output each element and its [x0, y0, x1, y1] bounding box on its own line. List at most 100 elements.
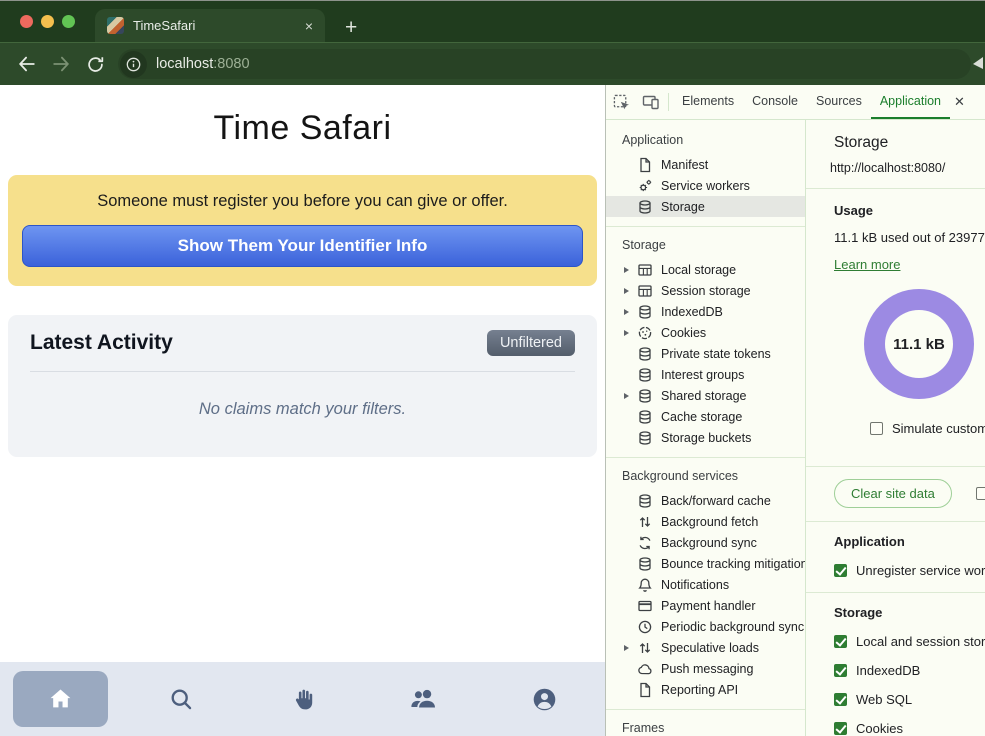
- latest-activity-heading: Latest Activity: [30, 331, 173, 355]
- sidebar-item-storage[interactable]: Storage: [606, 196, 805, 217]
- sidebar-item-private-state-tokens[interactable]: Private state tokens: [606, 343, 805, 364]
- profile-icon: [531, 686, 558, 713]
- sidebar-item-interest-groups[interactable]: Interest groups: [606, 364, 805, 385]
- back-button[interactable]: [10, 54, 44, 74]
- webpage: Time Safari Someone must register you be…: [0, 85, 605, 736]
- sidebar-item-background-fetch[interactable]: Background fetch: [606, 511, 805, 532]
- inspect-element-button[interactable]: [606, 85, 636, 119]
- tab-elements[interactable]: Elements: [673, 85, 743, 119]
- devtools-close-icon[interactable]: ✕: [954, 85, 974, 119]
- info-icon: [126, 57, 141, 72]
- unfiltered-button[interactable]: Unfiltered: [487, 330, 575, 356]
- table-icon: [637, 283, 653, 299]
- database-icon: [637, 409, 653, 425]
- close-window-button[interactable]: [20, 15, 33, 28]
- nav-offers[interactable]: [242, 662, 363, 736]
- sidebar-item-payment-handler[interactable]: Payment handler: [606, 595, 805, 616]
- sidebar-item-indexeddb[interactable]: IndexedDB: [606, 301, 805, 322]
- sidebar-item-cache-storage[interactable]: Cache storage: [606, 406, 805, 427]
- section-title: Background services: [606, 464, 805, 490]
- simulate-storage-checkbox[interactable]: [870, 422, 883, 435]
- include-cookies-row[interactable]: in: [976, 486, 985, 501]
- section-title: Storage: [606, 233, 805, 259]
- expand-arrow-icon[interactable]: [624, 288, 637, 294]
- database-icon: [637, 388, 653, 404]
- nav-profile[interactable]: [484, 662, 605, 736]
- storage-heading: Storage: [834, 605, 985, 620]
- home-icon: [47, 686, 74, 713]
- new-tab-button[interactable]: +: [345, 17, 357, 38]
- indexeddb-row[interactable]: IndexedDB: [834, 663, 985, 678]
- sidebar-item-local-storage[interactable]: Local storage: [606, 259, 805, 280]
- nav-home[interactable]: [0, 662, 121, 736]
- cookies-checkbox[interactable]: [834, 722, 847, 735]
- table-icon: [637, 262, 653, 278]
- sidebar-item-cookies[interactable]: Cookies: [606, 322, 805, 343]
- tab-application[interactable]: Application: [871, 85, 950, 119]
- sidebar-item-storage-buckets[interactable]: Storage buckets: [606, 427, 805, 448]
- nav-search[interactable]: [121, 662, 242, 736]
- people-icon: [410, 685, 438, 713]
- clock-icon: [637, 619, 653, 635]
- reload-button[interactable]: [78, 55, 112, 74]
- sidebar-item-periodic-background-sync[interactable]: Periodic background sync: [606, 616, 805, 637]
- sidebar-item-session-storage[interactable]: Session storage: [606, 280, 805, 301]
- tab-sources[interactable]: Sources: [807, 85, 871, 119]
- include-cookies-checkbox[interactable]: [976, 487, 985, 500]
- register-banner: Someone must register you before you can…: [8, 175, 597, 286]
- simulate-storage-row[interactable]: Simulate custom stora: [870, 421, 985, 436]
- latest-activity-card: Latest Activity Unfiltered No claims mat…: [8, 315, 597, 457]
- clear-site-data-row: Clear site data in: [834, 479, 985, 508]
- site-info-button[interactable]: [120, 51, 147, 78]
- back-arrow-icon: [17, 54, 37, 74]
- sidebar-item-speculative-loads[interactable]: Speculative loads: [606, 637, 805, 658]
- expand-arrow-icon[interactable]: [624, 309, 637, 315]
- indexeddb-checkbox[interactable]: [834, 664, 847, 677]
- tab-close-icon[interactable]: ×: [305, 19, 313, 33]
- sidebar-item-reporting-api[interactable]: Reporting API: [606, 679, 805, 700]
- local-session-storage-checkbox[interactable]: [834, 635, 847, 648]
- database-icon: [637, 493, 653, 509]
- web-sql-row[interactable]: Web SQL: [834, 692, 985, 707]
- learn-more-link[interactable]: Learn more: [834, 257, 900, 272]
- sidebar-item-bounce-tracking-mitigation[interactable]: Bounce tracking mitigation: [606, 553, 805, 574]
- divider: [806, 466, 985, 467]
- usage-donut-chart: 11.1 kB: [864, 289, 974, 399]
- sidebar-section-application: Application Manifest Service workers: [606, 122, 805, 226]
- expand-arrow-icon[interactable]: [624, 330, 637, 336]
- expand-arrow-icon[interactable]: [624, 267, 637, 273]
- register-banner-message: Someone must register you before you can…: [22, 192, 583, 211]
- page-title: Time Safari: [0, 109, 605, 148]
- web-sql-checkbox[interactable]: [834, 693, 847, 706]
- browser-tab[interactable]: TimeSafari ×: [95, 9, 325, 42]
- show-identifier-info-button[interactable]: Show Them Your Identifier Info: [22, 225, 583, 267]
- zoom-window-button[interactable]: [62, 15, 75, 28]
- sidebar-item-notifications[interactable]: Notifications: [606, 574, 805, 595]
- nav-contacts[interactable]: [363, 662, 484, 736]
- database-icon: [637, 346, 653, 362]
- sidebar-item-background-sync[interactable]: Background sync: [606, 532, 805, 553]
- home-active-button[interactable]: [13, 671, 108, 727]
- url-port: :8080: [213, 56, 249, 72]
- unregister-service-workers-checkbox[interactable]: [834, 564, 847, 577]
- address-bar[interactable]: localhost:8080: [118, 49, 971, 79]
- tab-console[interactable]: Console: [743, 85, 807, 119]
- forward-button[interactable]: [44, 54, 78, 74]
- sidebar-section-frames: Frames top: [606, 709, 805, 736]
- database-icon: [637, 367, 653, 383]
- devtools-toolbar: Elements Console Sources Application ✕: [606, 85, 985, 120]
- bottom-navigation: [0, 662, 605, 736]
- local-session-storage-row[interactable]: Local and session stor: [834, 634, 985, 649]
- cookies-row[interactable]: Cookies: [834, 721, 985, 736]
- clear-site-data-button[interactable]: Clear site data: [834, 479, 952, 508]
- minimize-window-button[interactable]: [41, 15, 54, 28]
- sidebar-item-push-messaging[interactable]: Push messaging: [606, 658, 805, 679]
- sidebar-item-back-forward-cache[interactable]: Back/forward cache: [606, 490, 805, 511]
- sidebar-item-manifest[interactable]: Manifest: [606, 154, 805, 175]
- unregister-service-workers-row[interactable]: Unregister service wor: [834, 563, 985, 578]
- sidebar-item-shared-storage[interactable]: Shared storage: [606, 385, 805, 406]
- expand-arrow-icon[interactable]: [624, 645, 637, 651]
- device-toolbar-button[interactable]: [636, 85, 666, 119]
- sidebar-item-service-workers[interactable]: Service workers: [606, 175, 805, 196]
- expand-arrow-icon[interactable]: [624, 393, 637, 399]
